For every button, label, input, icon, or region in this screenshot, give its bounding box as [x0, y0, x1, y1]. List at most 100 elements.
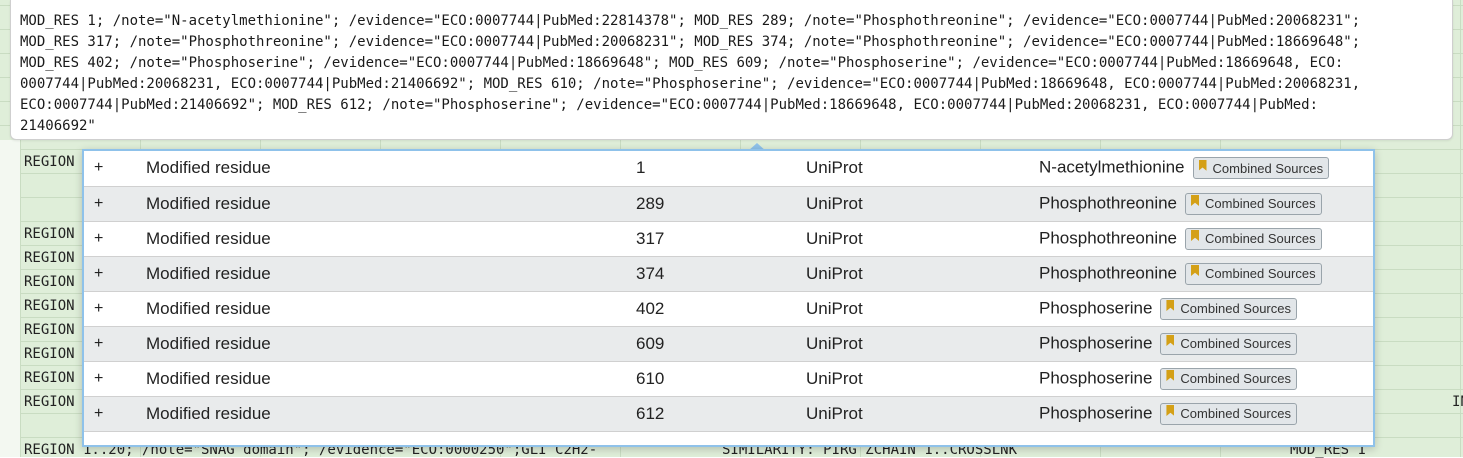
expand-toggle[interactable]: + [84, 396, 146, 431]
feature-position: 610 [636, 368, 665, 388]
feature-type: Modified residue [146, 333, 271, 353]
tooltip-line: ECO:0007744|PubMed:21406692"; MOD_RES 61… [20, 97, 1319, 113]
bookmark-icon [1191, 195, 1200, 206]
feature-description: Phosphoserine [1039, 297, 1153, 317]
cell-region[interactable]: REGION [24, 370, 75, 386]
expand-toggle[interactable]: + [84, 256, 146, 291]
badge-label: Combined Sources [1205, 231, 1316, 246]
combined-sources-badge[interactable]: Combined Sources [1185, 262, 1322, 285]
feature-source: UniProt [806, 228, 863, 248]
badge-label: Combined Sources [1180, 336, 1291, 351]
cell-region[interactable]: REGION [24, 226, 75, 242]
combined-sources-badge[interactable]: Combined Sources [1160, 402, 1297, 425]
feature-source: UniProt [806, 403, 863, 423]
feature-description-cell: Phosphoserine Combined Sources [1039, 291, 1373, 326]
expand-toggle[interactable]: + [84, 361, 146, 396]
feature-description-cell: Phosphoserine Combined Sources [1039, 396, 1373, 431]
feature-description: Phosphothreonine [1039, 192, 1178, 212]
badge-label: Combined Sources [1180, 301, 1291, 316]
feature-description-cell: Phosphothreonine Combined Sources [1039, 256, 1373, 291]
feature-row[interactable]: + Modified residue 317 UniProt Phosphothreon… [84, 221, 1373, 256]
combined-sources-badge[interactable]: Combined Sources [1160, 332, 1297, 355]
tooltip-line: 0007744|PubMed:20068231, ECO:0007744|Pub… [20, 76, 1361, 92]
bookmark-icon [1191, 265, 1200, 276]
feature-row[interactable]: + Modified residue 1 UniProt N-acetylmethion… [84, 151, 1373, 186]
badge-label: Combined Sources [1212, 160, 1324, 176]
feature-type: Modified residue [146, 368, 271, 388]
bookmark-icon [1191, 230, 1200, 241]
badge-label: Combined Sources [1205, 266, 1316, 281]
feature-type: Modified residue [146, 298, 271, 318]
expand-toggle[interactable]: + [84, 291, 146, 326]
feature-row[interactable]: + Modified residue 612 UniProt Phosphoserine… [84, 396, 1373, 431]
cell-region[interactable]: REGION [24, 154, 75, 170]
feature-source: UniProt [806, 263, 863, 283]
feature-row[interactable]: + Modified residue 374 UniProt Phosphothreon… [84, 256, 1373, 291]
cell-region[interactable]: REGION [24, 250, 75, 266]
feature-row[interactable]: + Modified residue 402 UniProt Phosphoserine… [84, 291, 1373, 326]
tooltip-line: MOD_RES 317; /note="Phosphothreonine"; /… [20, 34, 1361, 50]
feature-position: 402 [636, 298, 665, 318]
feature-position: 609 [636, 333, 665, 353]
cell-region[interactable]: REGION [24, 274, 75, 290]
feature-source: UniProt [806, 298, 863, 318]
badge-label: Combined Sources [1180, 371, 1291, 386]
feature-description-cell: Phosphoserine Combined Sources [1039, 326, 1373, 361]
tooltip-line: 21406692" [20, 118, 96, 134]
tooltip-line: MOD_RES 402; /note="Phosphoserine"; /evi… [20, 55, 1344, 71]
feature-source: UniProt [806, 158, 863, 178]
features-popup: + Modified residue 1 UniProt N-acetylmethion… [82, 149, 1375, 447]
feature-description-cell: Phosphothreonine Combined Sources [1039, 221, 1373, 256]
cell-region[interactable]: REGION [24, 346, 75, 362]
combined-sources-badge[interactable]: Combined Sources [1185, 192, 1322, 215]
feature-type: Modified residue [146, 263, 271, 283]
cell-partial[interactable]: IN [1452, 394, 1463, 410]
cell-content-tooltip: MOD_RES 1; /note="N-acetylmethionine"; /… [10, 0, 1453, 140]
cell-region[interactable]: REGION [24, 394, 75, 410]
feature-type: Modified residue [146, 193, 271, 213]
feature-source: UniProt [806, 193, 863, 213]
feature-description: Phosphoserine [1039, 402, 1153, 422]
feature-row[interactable]: + Modified residue 610 UniProt Phosphoserine… [84, 361, 1373, 396]
expand-toggle[interactable]: + [84, 326, 146, 361]
bookmark-icon [1166, 300, 1175, 311]
feature-description-cell: Phosphothreonine Combined Sources [1039, 186, 1373, 221]
expand-toggle[interactable]: + [84, 186, 146, 221]
bookmark-icon [1166, 405, 1175, 416]
expand-toggle[interactable]: + [84, 151, 146, 186]
feature-description: N-acetylmethionine [1039, 157, 1185, 177]
combined-sources-badge[interactable]: Combined Sources [1160, 367, 1297, 390]
cell-region[interactable]: REGION [24, 322, 75, 338]
feature-source: UniProt [806, 368, 863, 388]
feature-description-cell: Phosphoserine Combined Sources [1039, 361, 1373, 396]
row-header-strip [0, 140, 20, 457]
feature-row[interactable]: + Modified residue 289 UniProt Phosphothreon… [84, 186, 1373, 221]
badge-label: Combined Sources [1205, 196, 1316, 211]
feature-type: Modified residue [146, 158, 271, 178]
feature-description-cell: N-acetylmethionine Combined Sources [1039, 151, 1373, 186]
feature-row[interactable]: + Modified residue 609 UniProt Phosphoserine… [84, 326, 1373, 361]
feature-position: 374 [636, 263, 665, 283]
feature-position: 1 [636, 158, 646, 178]
feature-type: Modified residue [146, 403, 271, 423]
feature-description: Phosphothreonine [1039, 262, 1178, 282]
feature-position: 289 [636, 193, 665, 213]
tooltip-line: MOD_RES 1; /note="N-acetylmethionine"; /… [20, 13, 1361, 29]
feature-type: Modified residue [146, 228, 271, 248]
combined-sources-badge[interactable]: Combined Sources [1160, 297, 1297, 320]
combined-sources-badge[interactable]: Combined Sources [1192, 157, 1330, 180]
cell-region[interactable]: REGION [24, 298, 75, 314]
features-table: + Modified residue 1 UniProt N-acetylmethion… [84, 151, 1373, 432]
feature-source: UniProt [806, 333, 863, 353]
badge-label: Combined Sources [1180, 406, 1291, 421]
feature-position: 317 [636, 228, 665, 248]
expand-toggle[interactable]: + [84, 221, 146, 256]
feature-description: Phosphothreonine [1039, 227, 1178, 247]
feature-position: 612 [636, 403, 665, 423]
combined-sources-badge[interactable]: Combined Sources [1185, 227, 1322, 250]
feature-description: Phosphoserine [1039, 367, 1153, 387]
feature-description: Phosphoserine [1039, 332, 1153, 352]
bookmark-icon [1198, 159, 1207, 171]
bookmark-icon [1166, 335, 1175, 346]
bookmark-icon [1166, 370, 1175, 381]
